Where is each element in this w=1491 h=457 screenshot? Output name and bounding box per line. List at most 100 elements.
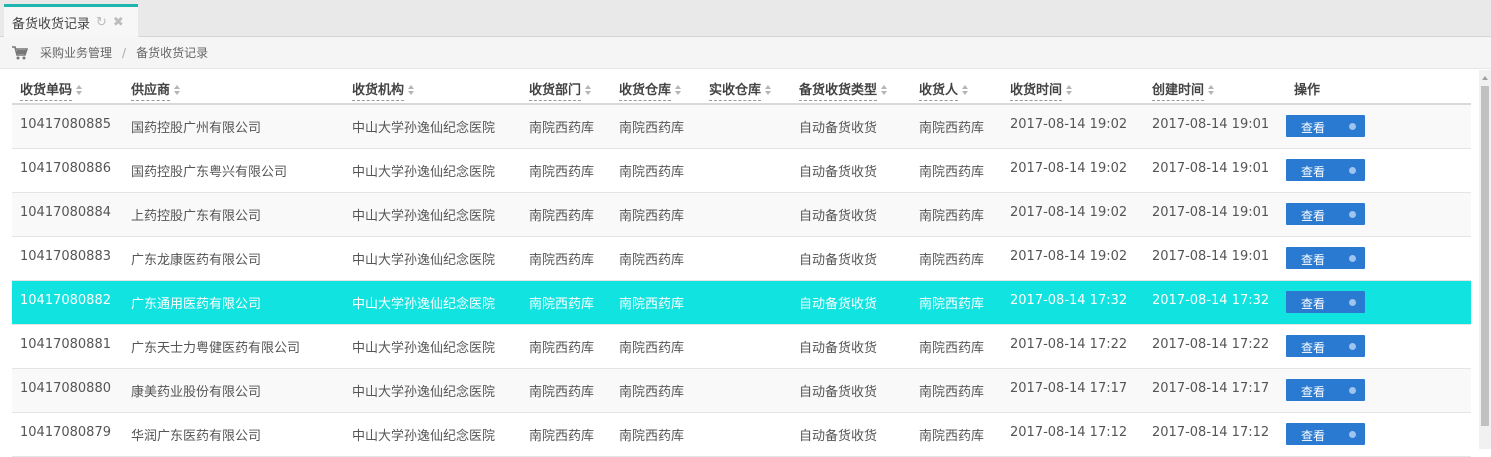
tab-bar: 备货收货记录 ↻ ✖ [0, 0, 1491, 37]
vertical-scrollbar[interactable] [1479, 70, 1491, 449]
breadcrumb: 采购业务管理 / 备货收货记录 [0, 37, 1491, 69]
breadcrumb-item-procurement[interactable]: 采购业务管理 [40, 44, 112, 61]
dot-icon [1349, 431, 1356, 438]
cell-supplier: 广东通用医药有限公司 [131, 297, 262, 312]
view-button-label: 查看 [1301, 429, 1326, 443]
view-button[interactable]: 查看 [1286, 203, 1365, 225]
view-button-label: 查看 [1301, 385, 1326, 399]
column-header-label: 收货单码 [20, 79, 73, 101]
column-header-label: 收货部门 [529, 79, 582, 101]
column-header-created-time[interactable]: 创建时间 [1152, 79, 1215, 101]
cell-receiving-org: 中山大学孙逸仙纪念医院 [352, 429, 496, 444]
column-header-receiving-warehouse[interactable]: 收货仓库 [619, 79, 682, 101]
sort-icon[interactable] [765, 85, 772, 95]
cell-receiving-org: 中山大学孙逸仙纪念医院 [352, 297, 496, 312]
column-header-receiving-org[interactable]: 收货机构 [352, 79, 415, 101]
table-row[interactable]: 10417080882 广东通用医药有限公司 中山大学孙逸仙纪念医院 南院西药库 南院西… [12, 281, 1471, 325]
view-button-label: 查看 [1301, 121, 1326, 135]
table-row[interactable]: 10417080881 广东天士力粤健医药有限公司 中山大学孙逸仙纪念医院 南院西药库… [12, 325, 1471, 369]
cell-receipt-no: 10417080882 [20, 293, 111, 308]
refresh-icon[interactable]: ↻ [96, 16, 107, 29]
dot-icon [1349, 211, 1356, 218]
cell-receipt-no: 10417080883 [20, 249, 111, 264]
cell-receipt-no: 10417080881 [20, 337, 111, 352]
cell-receipt-time: 2017-08-14 17:12 [1010, 425, 1128, 440]
scroll-thumb[interactable] [1481, 86, 1489, 426]
cell-receipt-time: 2017-08-14 19:02 [1010, 117, 1128, 132]
cell-receiver: 南院西药库 [919, 121, 985, 136]
column-header-label: 收货人 [919, 79, 959, 101]
cell-receipt-time: 2017-08-14 17:17 [1010, 381, 1128, 396]
cell-receipt-type: 自动备货收货 [799, 165, 878, 180]
column-header-receipt-type[interactable]: 备货收货类型 [799, 79, 888, 101]
table-row[interactable]: 10417080883 广东龙康医药有限公司 中山大学孙逸仙纪念医院 南院西药库 南院西… [12, 237, 1471, 281]
column-header-receipt-time[interactable]: 收货时间 [1010, 79, 1073, 101]
view-button[interactable]: 查看 [1286, 159, 1365, 181]
sort-icon[interactable] [1066, 85, 1073, 95]
table-row[interactable]: 10417080880 康美药业股份有限公司 中山大学孙逸仙纪念医院 南院西药库 南院西… [12, 369, 1471, 413]
cart-icon [12, 45, 28, 59]
column-header-receiver[interactable]: 收货人 [919, 79, 969, 101]
cell-receiver: 南院西药库 [919, 429, 985, 444]
sort-icon[interactable] [962, 85, 969, 95]
column-header-actual-warehouse[interactable]: 实收仓库 [709, 79, 772, 101]
column-header-receiving-dept[interactable]: 收货部门 [529, 79, 592, 101]
cell-receipt-type: 自动备货收货 [799, 385, 878, 400]
cell-created-time: 2017-08-14 19:01 [1152, 249, 1270, 264]
view-button-label: 查看 [1301, 341, 1326, 355]
sort-icon[interactable] [1208, 85, 1215, 95]
column-header-label: 供应商 [131, 79, 171, 101]
cell-receipt-no: 10417080886 [20, 161, 111, 176]
view-button[interactable]: 查看 [1286, 115, 1365, 137]
cell-receiving-org: 中山大学孙逸仙纪念医院 [352, 385, 496, 400]
receipt-records-table: 收货单码 供应商 收货机构 收货部门 收货仓库 实收仓库 备货收货类型 收货人 收货时间 创建时间… [12, 70, 1471, 457]
view-button[interactable]: 查看 [1286, 379, 1365, 401]
cell-receipt-type: 自动备货收货 [799, 297, 878, 312]
column-header-label: 收货仓库 [619, 79, 672, 101]
cell-receiving-dept: 南院西药库 [529, 341, 595, 356]
cell-receiving-warehouse: 南院西药库 [619, 209, 685, 224]
sort-icon[interactable] [174, 85, 181, 95]
sort-icon[interactable] [881, 85, 888, 95]
sort-icon[interactable] [408, 85, 415, 95]
cell-receiver: 南院西药库 [919, 209, 985, 224]
column-header-supplier[interactable]: 供应商 [131, 79, 181, 101]
cell-receiving-dept: 南院西药库 [529, 209, 595, 224]
view-button-label: 查看 [1301, 209, 1326, 223]
cell-receiving-dept: 南院西药库 [529, 165, 595, 180]
cell-receipt-type: 自动备货收货 [799, 253, 878, 268]
sort-icon[interactable] [76, 85, 83, 95]
dot-icon [1349, 387, 1356, 394]
cell-receipt-type: 自动备货收货 [799, 209, 878, 224]
cell-receiving-warehouse: 南院西药库 [619, 429, 685, 444]
scroll-up-icon[interactable] [1482, 76, 1488, 80]
view-button[interactable]: 查看 [1286, 291, 1365, 313]
cell-created-time: 2017-08-14 17:12 [1152, 425, 1270, 440]
cell-receiving-warehouse: 南院西药库 [619, 385, 685, 400]
cell-receiving-dept: 南院西药库 [529, 297, 595, 312]
view-button[interactable]: 查看 [1286, 335, 1365, 357]
tab-stock-receipt-records[interactable]: 备货收货记录 ↻ ✖ [4, 4, 138, 37]
cell-supplier: 广东龙康医药有限公司 [131, 253, 262, 268]
dot-icon [1349, 123, 1356, 130]
cell-receiving-dept: 南院西药库 [529, 429, 595, 444]
table-row[interactable]: 10417080884 上药控股广东有限公司 中山大学孙逸仙纪念医院 南院西药库 南院西… [12, 193, 1471, 237]
view-button-label: 查看 [1301, 165, 1326, 179]
cell-receipt-type: 自动备货收货 [799, 121, 878, 136]
cell-receiving-org: 中山大学孙逸仙纪念医院 [352, 165, 496, 180]
column-header-receipt-no[interactable]: 收货单码 [20, 79, 83, 101]
view-button[interactable]: 查看 [1286, 423, 1365, 445]
view-button[interactable]: 查看 [1286, 247, 1365, 269]
cell-created-time: 2017-08-14 19:01 [1152, 117, 1270, 132]
cell-created-time: 2017-08-14 17:32 [1152, 293, 1270, 308]
column-header-label: 实收仓库 [709, 79, 762, 101]
sort-icon[interactable] [585, 85, 592, 95]
cell-receiving-org: 中山大学孙逸仙纪念医院 [352, 341, 496, 356]
table-row[interactable]: 10417080879 华润广东医药有限公司 中山大学孙逸仙纪念医院 南院西药库 南院西… [12, 413, 1471, 457]
table-header: 收货单码 供应商 收货机构 收货部门 收货仓库 实收仓库 备货收货类型 收货人 收货时间 创建时间… [12, 70, 1471, 105]
table-row[interactable]: 10417080885 国药控股广州有限公司 中山大学孙逸仙纪念医院 南院西药库 南院西… [12, 105, 1471, 149]
close-icon[interactable]: ✖ [113, 16, 124, 29]
dot-icon [1349, 343, 1356, 350]
sort-icon[interactable] [675, 85, 682, 95]
table-row[interactable]: 10417080886 国药控股广东粤兴有限公司 中山大学孙逸仙纪念医院 南院西药库 南… [12, 149, 1471, 193]
